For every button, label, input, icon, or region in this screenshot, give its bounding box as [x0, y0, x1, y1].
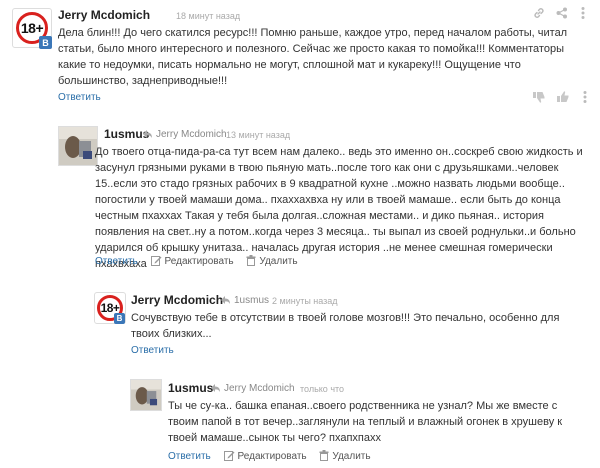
reply-to[interactable]: 1usmus [220, 295, 269, 306]
comment-3: 18+ B Jerry Mcdomich 1usmus 2 минуты наз… [0, 288, 600, 368]
reply-to[interactable]: Jerry Mcdomich [142, 129, 227, 140]
comment-4: 1usmus Jerry Mcdomich только что Ты че с… [0, 376, 600, 468]
reply-to-author: Jerry Mcdomich [224, 383, 295, 394]
more-icon[interactable] [580, 90, 590, 109]
edit-icon [223, 451, 235, 461]
reply-to-author: Jerry Mcdomich [156, 129, 227, 140]
comment-1: 18+ B Jerry Mcdomich 18 минут назад Дела… [0, 0, 600, 110]
delete-button[interactable]: Удалить [319, 450, 371, 462]
user-badge: B [39, 36, 52, 49]
delete-label: Удалить [259, 256, 298, 267]
comment-2: 1usmus Jerry Mcdomich 13 минут назад До … [0, 118, 600, 278]
comment-actions: Ответить Редактировать Удалить [168, 450, 381, 462]
comment-actions: Ответить Редактировать Удалить [95, 255, 308, 267]
avatar[interactable] [130, 379, 170, 419]
comment-text: До твоего отца-пида-ра-са тут всем нам д… [95, 146, 583, 270]
edit-button[interactable]: Редактировать [150, 255, 234, 267]
trash-icon [246, 255, 256, 266]
reply-button[interactable]: Ответить [168, 451, 211, 462]
thumb-down-icon[interactable] [532, 90, 546, 109]
comment-text: Дела блин!!! До чего скатился ресурс!!! … [58, 27, 568, 87]
reply-arrow-icon [221, 296, 230, 304]
trash-icon [319, 450, 329, 461]
delete-label: Удалить [332, 451, 371, 462]
comment-actions: Ответить [131, 345, 184, 356]
edit-icon [150, 256, 162, 266]
reply-button[interactable]: Ответить [131, 345, 174, 356]
comment-author[interactable]: 1usmus [168, 381, 213, 395]
reply-button[interactable]: Ответить [58, 92, 101, 103]
comment-author[interactable]: Jerry Mcdomich [58, 8, 150, 22]
more-icon[interactable] [578, 6, 588, 25]
reply-to[interactable]: Jerry Mcdomich [210, 383, 295, 394]
comment-text: Ты че су-ка.. башка епаная..своего родст… [168, 400, 563, 444]
thumb-up-icon[interactable] [556, 90, 570, 109]
user-badge: B [114, 313, 125, 324]
reply-to-author: 1usmus [234, 295, 270, 306]
comment-time: только что [300, 384, 345, 394]
reply-arrow-icon [211, 384, 220, 392]
avatar[interactable]: 18+ B [94, 292, 134, 332]
avatar[interactable] [58, 126, 98, 166]
delete-button[interactable]: Удалить [246, 255, 298, 267]
reply-arrow-icon [143, 130, 152, 138]
comment-text: Сочувствую тебе в отсутствии в твоей гол… [131, 312, 560, 340]
share-icon[interactable] [555, 6, 569, 25]
comment-actions: Ответить [58, 92, 111, 103]
comment-time: 13 минут назад [226, 130, 291, 140]
edit-label: Редактировать [164, 256, 234, 267]
comment-author[interactable]: Jerry Mcdomich [131, 293, 223, 307]
comment-time: 2 минуты назад [272, 296, 338, 306]
comment-time: 18 минут назад [176, 11, 241, 21]
reply-button[interactable]: Ответить [95, 256, 138, 267]
edit-label: Редактировать [237, 451, 307, 462]
avatar[interactable]: 18+ B [12, 8, 52, 49]
edit-button[interactable]: Редактировать [223, 450, 307, 462]
link-icon[interactable] [532, 6, 546, 25]
